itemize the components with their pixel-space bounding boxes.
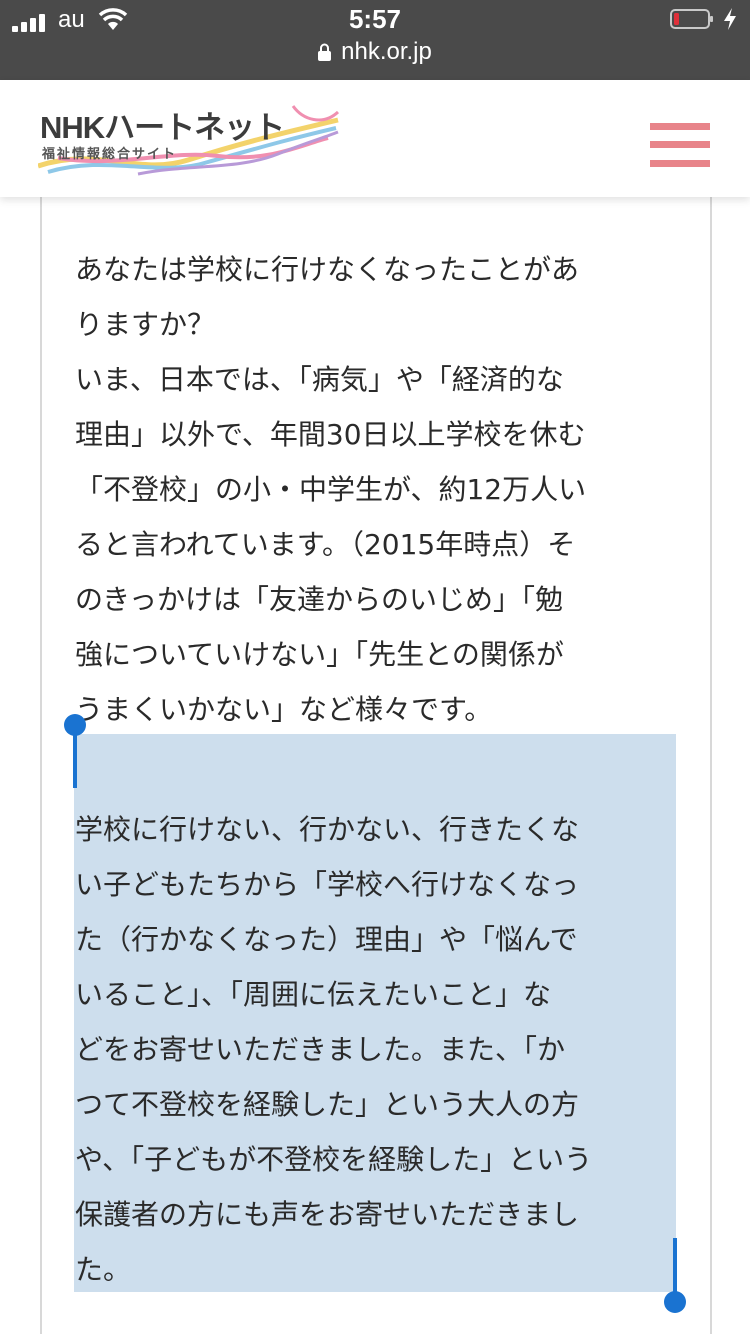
text-line: あなたは学校に行けなくなったことがあ [75,253,580,286]
text-line: りますか？ [75,308,216,341]
status-time: 5:57 [348,4,402,34]
text-line: いま、日本では、「病気」や「経済的な [75,363,564,396]
address-bar[interactable]: nhk.or.jp [0,38,750,66]
text-line: うまくいかない」など様々です。 [75,693,493,726]
lock-icon [318,43,332,61]
text-line: ると言われています。（2015年時点）そ [75,528,576,561]
status-bar: au 5:57 nhk.or.jp [0,0,750,80]
text-line: のきっかけは「友達からのいじめ」「勉 [75,583,564,616]
url-text: nhk.or.jp [341,38,432,65]
text-line: つて不登校を経験した」という大人の方 [75,1088,580,1121]
nhk-heartnet-logo[interactable]: NHKハートネット 福祉情報総合サイト [38,98,343,180]
hamburger-menu-icon[interactable] [650,123,710,167]
article-paragraph-intro: あなたは学校に行けなくなったことがあ りますか？ いま、日本では、「病気」や「経… [75,242,675,737]
article-paragraph-selected: 学校に行けない、行かない、行きたくな い子どもたちから「学校へ行けなくなっ た（… [75,802,675,1297]
site-header: NHKハートネット 福祉情報総合サイト [0,80,750,197]
text-line: い子どもたちから「学校へ行けなくなっ [75,868,580,901]
text-line: た。 [75,1253,132,1286]
text-line: 学校に行けない、行かない、行きたくな [75,813,580,846]
text-line: 強についていけない」「先生との関係が [75,638,564,671]
logo-subtitle: 福祉情報総合サイト [42,147,178,162]
logo-title: NHKハートネット [40,110,285,145]
text-line: 理由」以外で、年間30日以上学校を休む [75,418,586,451]
text-line: 保護者の方にも声をお寄せいただきまし [75,1198,580,1231]
text-line: や、「子どもが不登校を経験した」という [75,1143,593,1176]
text-line: 「不登校」の小・中学生が、約12万人い [75,473,587,506]
text-line: た（行かなくなった）理由」や「悩んで [75,923,578,956]
text-line: どをお寄せいただきました。また、「か [75,1033,566,1066]
text-line: いること」、「周囲に伝えたいこと」な [75,978,552,1011]
charging-bolt-icon [724,8,736,30]
selection-start-caret[interactable] [73,724,77,788]
battery-icon [670,9,713,29]
selection-end-handle[interactable] [664,1291,686,1313]
